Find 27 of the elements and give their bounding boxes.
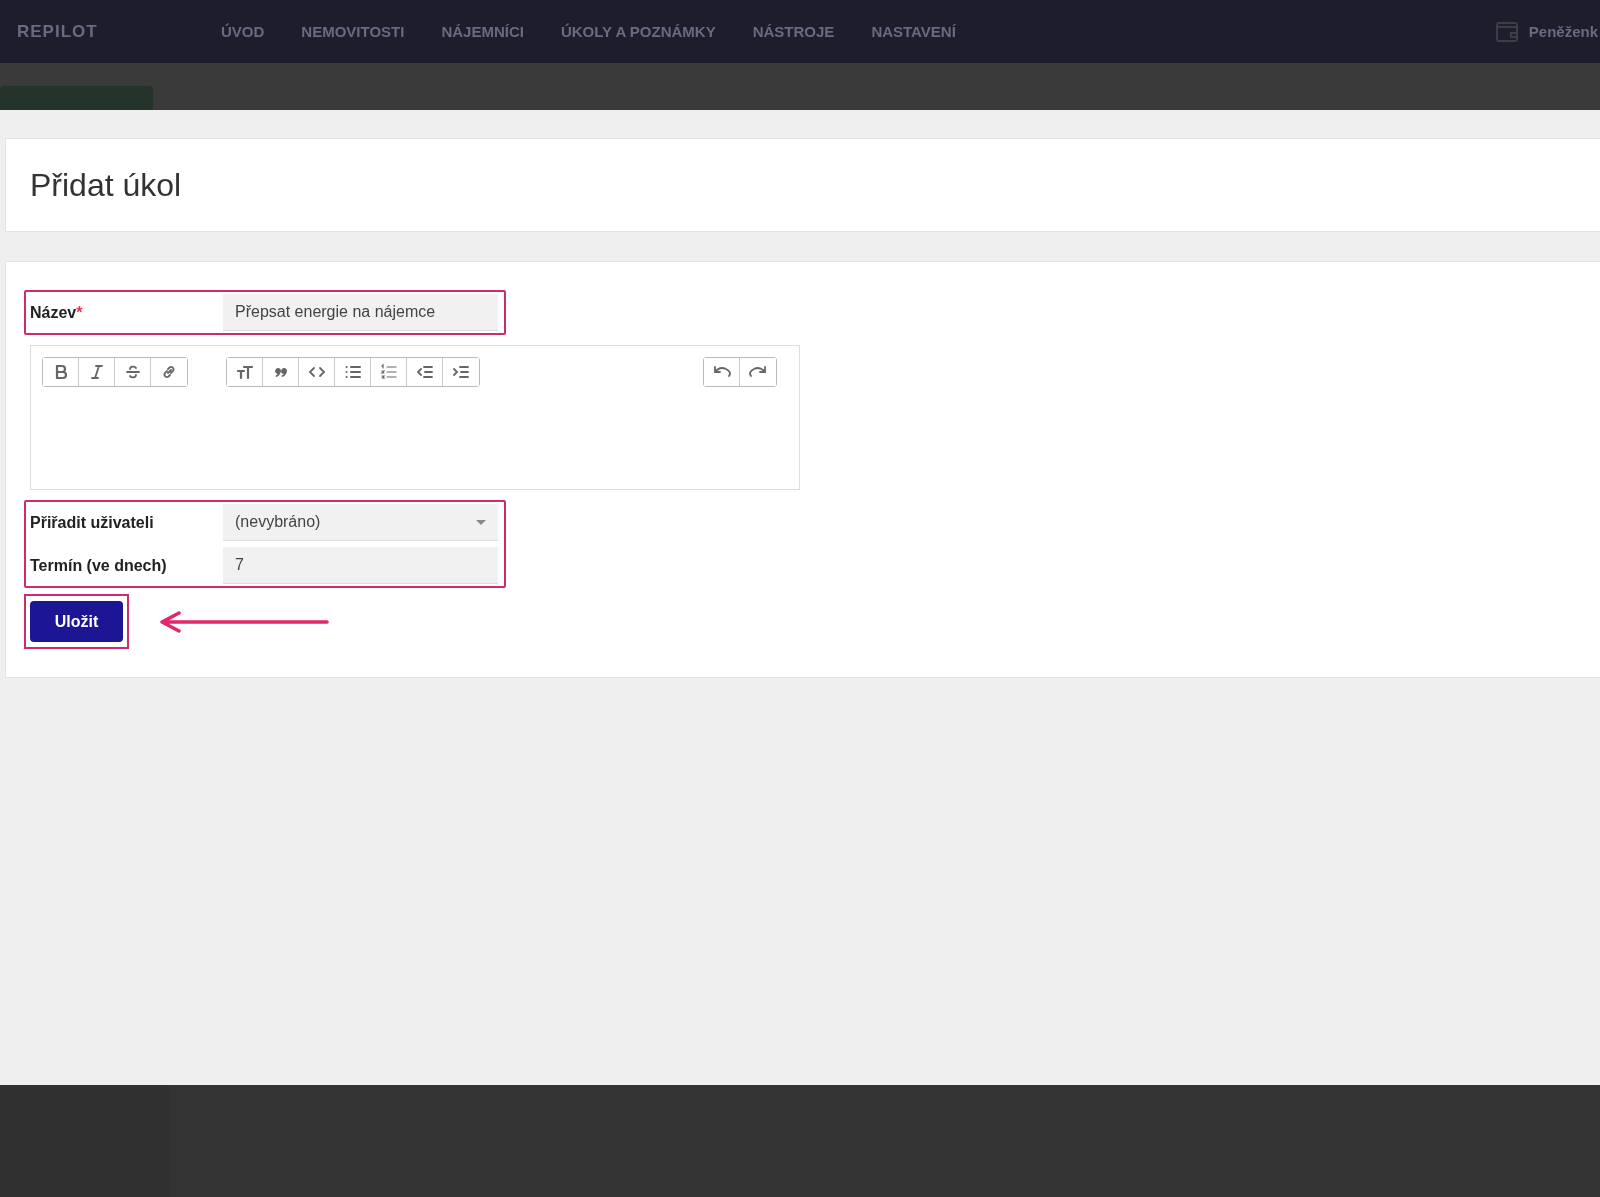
input-field[interactable]: Přepsat energie na nájemce <box>223 294 498 331</box>
nav-link[interactable]: NASTAVENÍ <box>871 23 956 40</box>
nav-link[interactable]: NEMOVITOSTI <box>301 23 405 40</box>
numbered-list-icon <box>379 363 398 381</box>
nav-link[interactable]: NÁSTROJE <box>752 23 835 40</box>
caret-icon <box>476 519 486 525</box>
outdent-icon <box>415 363 434 381</box>
wallet-link[interactable]: Peněženk <box>1528 23 1598 40</box>
logo[interactable]: REPILOT <box>17 21 221 42</box>
nav-link[interactable]: NÁJEMNÍCI <box>441 23 524 40</box>
field-label: Přiřadit uživateli <box>30 513 155 532</box>
undo-button[interactable] <box>704 358 740 386</box>
text-size-button[interactable] <box>227 358 263 386</box>
nav-link[interactable]: ÚVOD <box>221 23 265 40</box>
input-field[interactable]: 7 <box>223 547 498 584</box>
save-button[interactable]: Uložit <box>30 601 123 642</box>
indent-icon <box>452 363 470 381</box>
nav-link[interactable]: ÚKOLY A POZNÁMKY <box>560 23 716 40</box>
bulleted-list-icon <box>343 363 362 381</box>
modal-title: Přidat úkol <box>30 166 182 204</box>
bold-button[interactable] <box>43 358 79 386</box>
text-size-icon <box>235 363 254 381</box>
field-label: Název* <box>30 303 84 322</box>
field-label: Termín (ve dnech) <box>30 556 168 575</box>
user-dropdown[interactable]: (nevybráno) <box>223 504 498 541</box>
strikethrough-icon <box>123 363 142 381</box>
wallet-icon <box>1494 19 1519 44</box>
